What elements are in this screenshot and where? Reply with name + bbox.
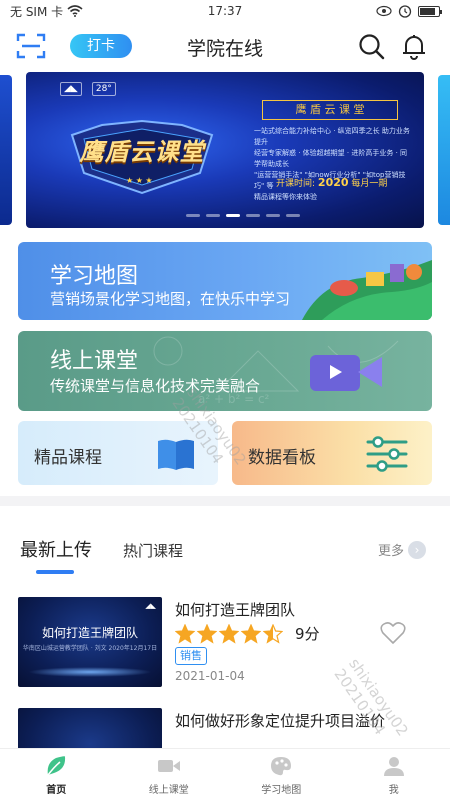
nav-learning-map[interactable]: 学习地图 [225,749,338,800]
banner-desc-line: 精品课程等你来体验 [254,193,317,201]
nav-home[interactable]: 首页 [0,749,113,800]
course-title: 如何做好形象定位提升项目溢价 [175,712,386,730]
video-icon [157,760,180,772]
nav-online-class[interactable]: 线上课堂 [113,749,226,800]
course-date: 2021-01-04 [175,669,245,683]
user-icon [383,757,404,776]
banner-desc-line: 一站式综合能力补给中心 · 纵览四季之长 助力业务提升 [254,127,410,146]
search-icon[interactable] [357,32,385,60]
learning-map-title: 学习地图 [50,264,139,289]
thumbnail-title: 如何打造王牌团队 [41,626,138,640]
eye-care-icon [376,5,392,17]
online-class-title: 线上课堂 [50,349,139,374]
nav-learning-map-label: 学习地图 [261,785,302,796]
alarm-icon [398,5,412,18]
course-title: 如何打造王牌团队 [175,601,296,619]
quality-courses-title: 精品课程 [34,448,102,468]
start-suffix: 每月一期 [351,179,388,189]
nav-me[interactable]: 我 [338,749,450,800]
thumbnail-glow [28,667,152,677]
start-year: 2020 [317,176,349,189]
checkin-button[interactable]: 打卡 [70,34,132,58]
learning-map-card[interactable]: 学习地图 营销场景化学习地图，在快乐中学习 [18,242,432,320]
chevron-right-icon: › [408,540,427,559]
online-class-card[interactable]: a² + b² = c² 线上课堂 传统课堂与信息化技术完美融合 [18,331,432,411]
banner-brand-logo: ◢◣ [60,82,82,96]
thumbnail-logo: ◢◣ [145,602,156,610]
course-tabs: 最新上传 热门课程 更多 › [0,530,450,578]
video-camera-icon [310,355,382,391]
learning-map-subtitle: 营销场景化学习地图，在快乐中学习 [50,290,291,308]
active-tab-indicator [36,570,74,574]
nav-online-class-label: 线上课堂 [148,785,189,796]
banner-slide[interactable]: ◢◣ 28° ★ ★ ★ 鹰盾云课堂 鹰 盾 云 课 堂 一站式综合能力补给中心… [26,72,424,228]
banner-anniversary-logo: 28° [91,82,116,96]
carousel-dot [186,214,200,217]
section-divider [0,496,450,506]
star-icon [263,623,283,644]
nav-me-label: 我 [388,785,399,796]
tab-latest-uploads[interactable]: 最新上传 [20,536,92,562]
carousel-dot [266,214,280,217]
banner-start-time: 开课时间: 2020 每月一期 [276,176,387,189]
bell-icon[interactable] [400,32,428,60]
star-icon [197,623,217,644]
book-icon [158,439,194,470]
course-category-tag: 销售 [175,647,207,665]
bottom-navigation: 首页 线上课堂 学习地图 我 [0,748,450,800]
carousel-dot [246,214,260,217]
course-thumbnail: ◢◣ 如何打造王牌团队 华南区山城运营教学团队 · 刘文 2020年12月17日 [18,597,162,687]
carousel-dot [206,214,220,217]
status-bar: 无 SIM 卡 17:37 [0,0,450,22]
online-class-subtitle: 传统课堂与信息化技术完美融合 [50,377,261,395]
banner-logos: ◢◣ 28° [60,82,116,96]
start-label: 开课时间: [276,179,316,189]
carousel-indicator [186,214,300,217]
palette-icon [271,757,292,776]
leaf-home-icon [47,756,66,776]
more-link[interactable]: 更多 › [378,540,427,559]
course-list-item[interactable]: 如何做好形象定位提升项目溢价 [18,708,432,748]
more-label: 更多 [378,544,405,559]
carousel-dot [286,214,300,217]
map-island-illustration [302,260,432,320]
star-icon [241,623,261,644]
rating-stars: 9分 [175,623,320,644]
scan-icon[interactable] [16,32,46,60]
course-score: 9分 [295,625,320,643]
banner-description: 一站式综合能力补给中心 · 纵览四季之长 助力业务提升 经营专家解惑 · 体验超… [254,126,414,203]
star-icon [219,623,239,644]
next-banner-peek[interactable] [438,75,450,225]
star-icon [175,623,195,644]
banner-carousel[interactable]: ◢◣ 28° ★ ★ ★ 鹰盾云课堂 鹰 盾 云 课 堂 一站式综合能力补给中心… [0,70,450,232]
carrier-text: 无 SIM 卡 [10,4,64,19]
course-list-item[interactable]: ◢◣ 如何打造王牌团队 华南区山城运营教学团队 · 刘文 2020年12月17日… [18,597,432,689]
quality-courses-card[interactable]: 精品课程 [18,421,218,485]
data-board-card[interactable]: 数据看板 [232,421,432,485]
nav-home-label: 首页 [46,785,67,796]
wifi-icon [67,5,83,17]
battery-icon [418,5,442,17]
carousel-dot [226,214,240,217]
banner-title: 鹰盾云课堂 [79,138,205,166]
banner-desc-line: 经营专家解惑 · 体验超越期望 · 进阶高手业务 · 同学帮助成长 [254,149,408,168]
course-thumbnail [18,708,162,748]
sliders-icon [366,436,408,472]
data-board-title: 数据看板 [248,448,316,468]
svg-text:★ ★ ★: ★ ★ ★ [126,176,153,185]
app-header: 打卡 学院在线 [0,22,450,70]
thumbnail-subtitle: 华南区山城运营教学团队 · 刘文 2020年12月17日 [22,645,158,652]
prev-banner-peek[interactable] [0,75,12,225]
tab-hot-courses[interactable]: 热门课程 [123,540,183,561]
heart-icon[interactable] [380,621,406,645]
banner-course-tag: 鹰 盾 云 课 堂 [262,100,398,120]
